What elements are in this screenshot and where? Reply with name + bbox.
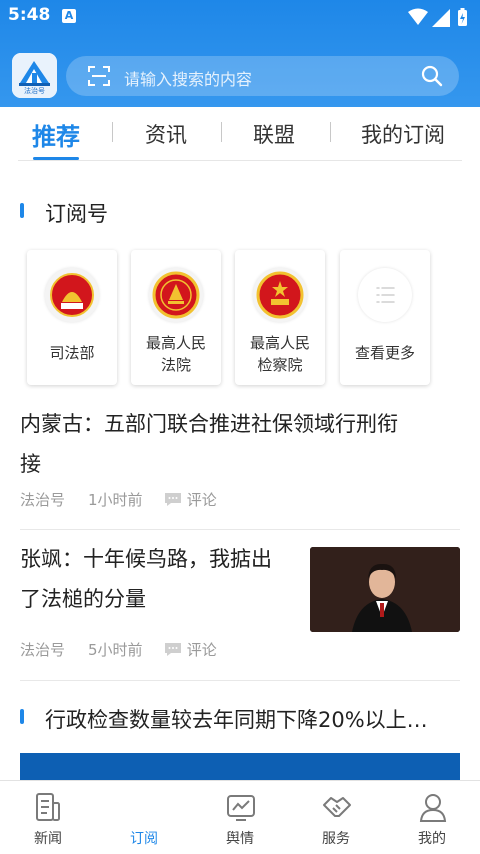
handshake-icon [323,797,351,817]
ministry-of-justice-emblem-icon [45,268,99,322]
card-label-line1: 最高人民 [249,334,310,352]
app-logo-text: 法治号 [24,87,45,95]
section-marker [20,709,24,724]
judge-portrait-image [310,547,460,632]
tab-my-subscriptions[interactable]: 我的订阅 [361,119,445,149]
scan-icon[interactable] [88,66,110,90]
article-title-line1[interactable]: 张飒：十年候鸟路，我掂出 [20,539,272,579]
nav-news-label[interactable]: 新闻 [0,828,96,848]
app-header: 5:48 A 法治号 请输入搜索的内容 [0,0,480,107]
user-icon [419,794,447,822]
card-label: 司法部 [49,344,95,362]
article-title-line1[interactable]: 内蒙古：五部门联合推进社保领域行刑衔 [20,404,398,444]
tab-recommend[interactable]: 推荐 [32,117,80,152]
comment-button[interactable]: 评论 [164,639,217,660]
system-icons [406,7,470,33]
card-label-line1: 最高人民 [145,334,206,352]
card-label: 查看更多 [354,344,415,362]
comment-icon [165,643,181,656]
nav-service-label[interactable]: 服务 [288,828,384,848]
article-title-line2[interactable]: 接 [20,444,398,484]
subscription-section-title: 订阅号 [45,202,108,226]
featured-banner[interactable] [20,753,460,783]
status-time: 5:48 [8,5,51,25]
tabs-divider [18,160,462,161]
wifi-signal-battery-icon [408,8,467,27]
nav-public-opinion-label[interactable]: 舆情 [192,828,288,848]
tab-separator [221,122,222,142]
section-marker [20,203,24,218]
nav-subscribe[interactable]: 订阅 [96,781,192,854]
list-icon [358,268,412,322]
subscription-card-view-more[interactable]: 查看更多 [340,250,430,385]
nav-public-opinion[interactable]: 舆情 [192,781,288,854]
monitor-icon [227,795,255,821]
nav-service[interactable]: 服务 [288,781,384,854]
tab-separator [330,122,331,142]
supreme-court-emblem-icon [149,268,203,322]
nav-subscribe-label[interactable]: 订阅 [96,828,192,848]
comment-icon [165,493,181,506]
procuratorate-emblem-icon [253,268,307,322]
subscription-card-supreme-court[interactable]: 最高人民 法院 [131,250,221,385]
article-title[interactable]: 内蒙古：五部门联合推进社保领域行刑衔 接 [20,404,398,484]
app-logo[interactable]: 法治号 [12,53,57,98]
comment-label[interactable]: 评论 [187,641,217,659]
article-source: 法治号 [20,641,66,659]
article-time: 1小时前 [88,491,143,509]
tab-news[interactable]: 资讯 [145,119,187,149]
search-bar[interactable]: 请输入搜索的内容 [66,56,459,96]
subscription-card-ministry-of-justice[interactable]: 司法部 [27,250,117,385]
article-time: 5小时前 [88,641,143,659]
news-icon [36,793,60,821]
nav-mine[interactable]: 我的 [384,781,480,854]
tab-alliance[interactable]: 联盟 [253,119,295,149]
subscription-card-procuratorate[interactable]: 最高人民 检察院 [235,250,325,385]
tab-separator [112,122,113,142]
article-source: 法治号 [20,491,66,509]
article-divider [20,680,460,681]
search-icon[interactable] [421,65,443,91]
article-divider [20,529,460,530]
top-tabs: 推荐 资讯 联盟 我的订阅 [0,107,480,161]
nav-news[interactable]: 新闻 [0,781,96,854]
comment-label[interactable]: 评论 [187,491,217,509]
search-placeholder[interactable]: 请输入搜索的内容 [124,66,252,90]
article-title-line2[interactable]: 了法槌的分量 [20,579,272,619]
notification-a-icon: A [62,9,76,23]
bottom-nav: 新闻 订阅 舆情 服务 我的 [0,780,480,854]
article-thumbnail[interactable] [310,547,460,632]
card-label-line2: 法院 [160,356,191,374]
comment-button[interactable]: 评论 [164,489,217,510]
card-label-line2: 检察院 [257,356,303,374]
status-bar: 5:48 A [0,0,480,34]
article-title[interactable]: 张飒：十年候鸟路，我掂出 了法槌的分量 [20,539,272,619]
featured-headline[interactable]: 行政检查数量较去年同期下降20%以上… [45,704,428,734]
nav-mine-label[interactable]: 我的 [384,828,480,848]
